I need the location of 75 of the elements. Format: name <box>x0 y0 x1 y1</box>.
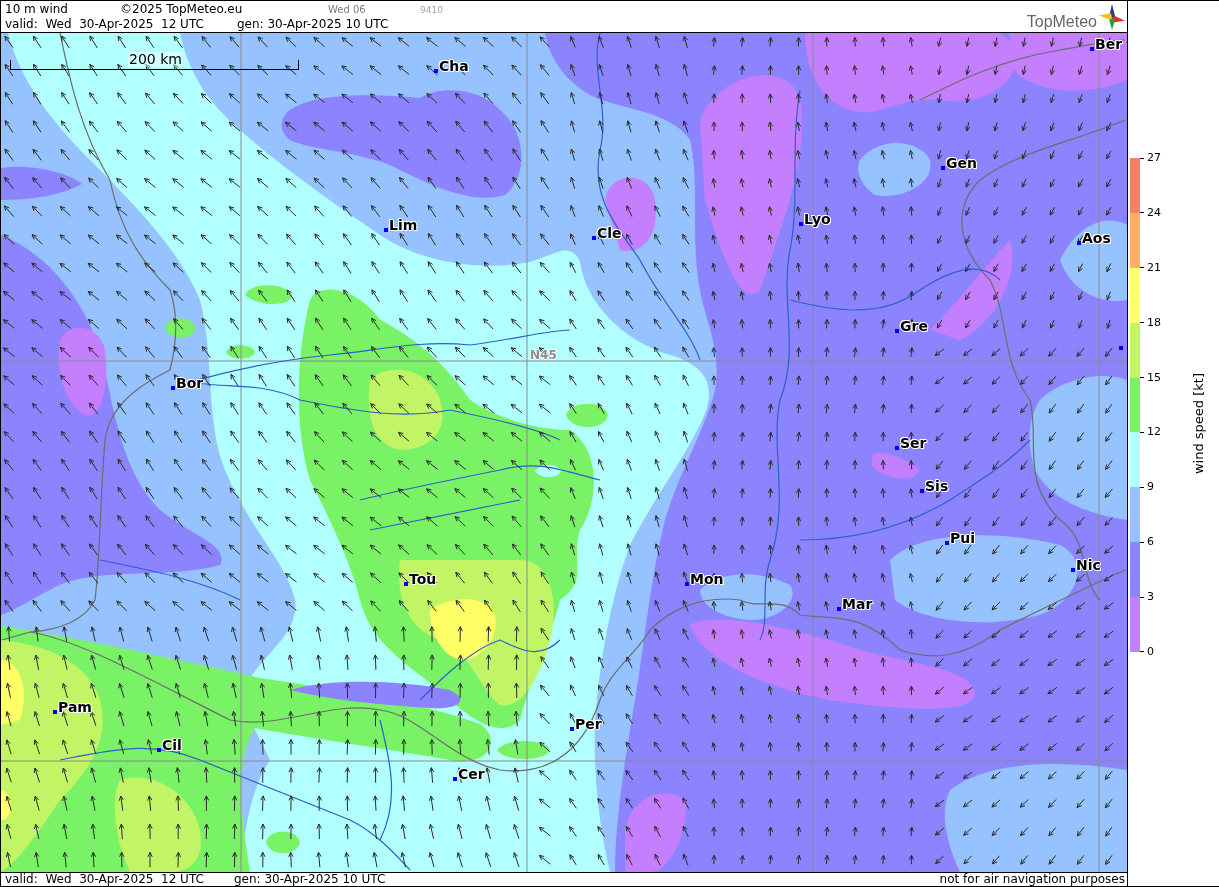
scale-label: 200 km <box>128 52 183 67</box>
legend-title: wind speed [kt] <box>1192 373 1206 475</box>
city-marker-icon <box>945 541 949 545</box>
map-title: 10 m wind <box>5 2 68 17</box>
tick-mark-icon <box>1140 322 1144 324</box>
city-label: Per <box>575 717 602 731</box>
legend-tick-label: 12 <box>1147 425 1161 440</box>
legend-tick-label: 3 <box>1147 590 1154 604</box>
city-marker-icon <box>837 607 841 611</box>
latitude-label: N45 <box>530 348 557 362</box>
legend-tick-label: 15 <box>1147 370 1161 385</box>
tick-mark-icon <box>1140 212 1144 214</box>
city-marker-icon <box>685 582 689 586</box>
city-marker-icon <box>570 727 574 731</box>
legend-tick-label: 18 <box>1147 315 1161 330</box>
city-marker-icon <box>53 710 57 714</box>
city-label: Lim <box>389 218 418 232</box>
disclaimer-text: not for air navigation purposes <box>939 873 1125 886</box>
city-label: Pam <box>58 700 92 714</box>
city-label: Tou <box>409 572 437 586</box>
city-label: Gre <box>900 319 928 333</box>
city-label: Mar <box>842 597 873 611</box>
city-marker-icon <box>453 777 457 781</box>
tick-mark-icon <box>1140 486 1144 488</box>
compass-star-icon <box>1098 3 1126 31</box>
city-marker-icon <box>1071 568 1075 572</box>
city-marker-icon <box>157 748 161 752</box>
legend-tick-label: 21 <box>1147 260 1161 275</box>
tick-mark-icon <box>1140 267 1144 269</box>
run-code-label: 9410 <box>420 4 443 17</box>
city-label: Ber <box>1095 37 1123 51</box>
city-label: Ser <box>900 436 927 450</box>
city-label: Lyo <box>804 212 831 226</box>
city-marker-icon <box>895 329 899 333</box>
tick-mark-icon <box>1140 431 1144 433</box>
logo-text: TopMeteo <box>1026 13 1097 31</box>
city-marker-icon <box>1090 47 1094 51</box>
generated-time-text: gen: 30-Apr-2025 10 UTC <box>237 17 389 32</box>
city-marker-icon <box>1077 241 1081 245</box>
legend-tick-label: 0 <box>1147 644 1154 659</box>
city-label: Aos <box>1082 231 1111 245</box>
legend-tick-label: 9 <box>1147 480 1154 495</box>
legend-tick-label: 24 <box>1147 205 1161 220</box>
city-label: Cil <box>162 738 182 752</box>
city-marker-icon <box>592 236 596 240</box>
city-marker-icon <box>799 222 803 226</box>
valid-time-text: valid: Wed 30-Apr-2025 12 UTC <box>5 873 204 886</box>
city-label: Nic <box>1076 558 1101 572</box>
city-marker-icon <box>384 228 388 232</box>
city-marker-icon <box>1119 346 1123 350</box>
tick-mark-icon <box>1140 596 1144 598</box>
city-marker-icon <box>171 386 175 390</box>
city-label: Sis <box>925 479 949 493</box>
city-marker-icon <box>895 446 899 450</box>
city-label: Pui <box>950 531 976 545</box>
tick-mark-icon <box>1140 651 1144 653</box>
city-label: Cle <box>597 226 622 240</box>
city-marker-icon <box>941 166 945 170</box>
tick-mark-icon <box>1140 377 1144 378</box>
tick-mark-icon <box>1140 157 1144 159</box>
generated-time-text: gen: 30-Apr-2025 10 UTC <box>234 873 386 886</box>
city-marker-icon <box>920 489 924 493</box>
valid-time-text: valid: Wed 30-Apr-2025 12 UTC <box>5 17 204 32</box>
tick-mark-icon <box>1140 541 1144 543</box>
city-label: Cer <box>458 767 485 781</box>
city-label: Bor <box>176 376 204 390</box>
city-label: Gen <box>946 156 977 170</box>
city-marker-icon <box>434 69 438 73</box>
city-label: Mon <box>690 572 724 586</box>
copyright-text: ©2025 TopMeteo.eu <box>120 2 243 17</box>
legend-tick-label: 27 <box>1147 151 1161 165</box>
city-marker-icon <box>404 582 408 586</box>
city-label: Cha <box>439 59 469 73</box>
run-day-label: Wed 06 <box>328 3 366 17</box>
legend-tick-label: 6 <box>1147 535 1154 550</box>
